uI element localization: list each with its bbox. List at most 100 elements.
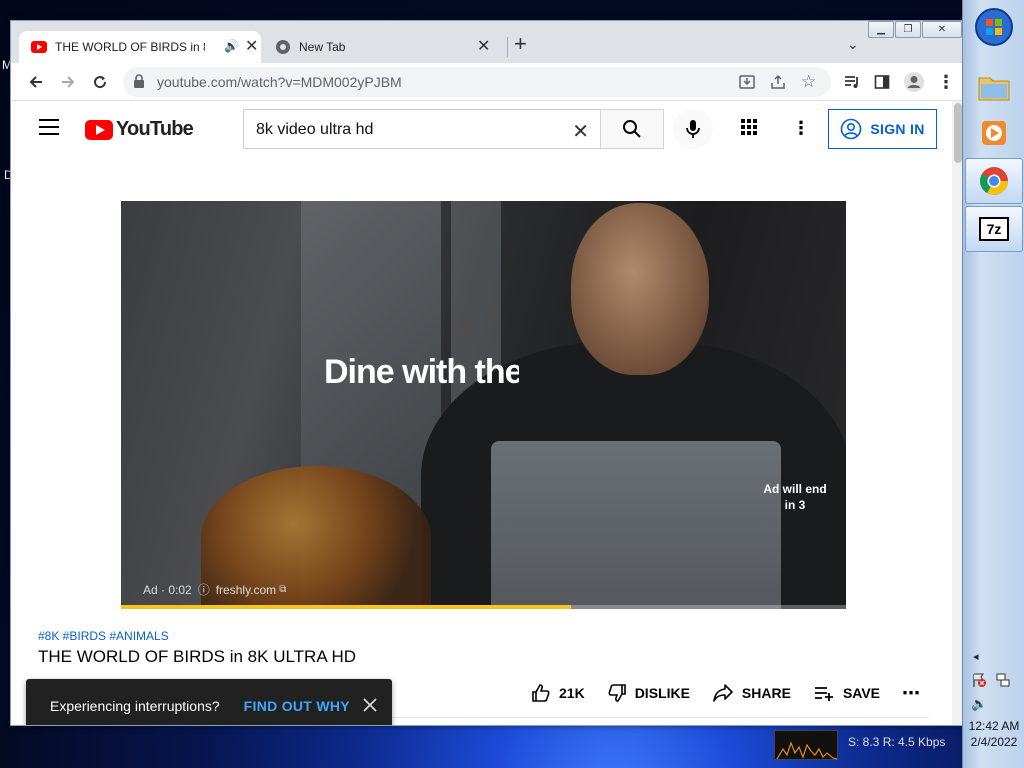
info-icon[interactable]: ⓘ [198, 581, 210, 598]
windows-orb-icon [975, 8, 1013, 46]
chrome-window: THE WORLD OF BIRDS in 8K 🔊 ✕ New Tab ✕ +… [10, 20, 963, 726]
more-actions-icon[interactable]: ⋯ [902, 683, 920, 704]
share-page-icon[interactable] [769, 73, 787, 96]
taskbar-explorer[interactable] [965, 64, 1023, 110]
address-bar[interactable]: youtube.com/watch?v=MDM002yPJBM ☆ [123, 67, 831, 97]
folder-icon [978, 77, 1010, 101]
ad-info-bar: Ad · 0:02 ⓘ freshly.com ⧉ [143, 581, 286, 598]
toast-message: Experiencing interruptions? [50, 698, 220, 714]
thumbs-down-icon [608, 684, 626, 702]
share-label: SHARE [741, 685, 791, 701]
profile-avatar-icon[interactable] [901, 69, 927, 95]
ad-label: Ad · 0:02 [143, 582, 192, 597]
tab-title: THE WORLD OF BIRDS in 8K [55, 40, 205, 54]
close-tab-icon[interactable]: ✕ [477, 36, 490, 56]
interruption-toast: Experiencing interruptions? FIND OUT WHY [26, 679, 392, 725]
clock-date: 2/4/2022 [970, 735, 1018, 749]
forward-arrow-icon[interactable] [55, 69, 81, 95]
video-title: THE WORLD OF BIRDS in 8K ULTRA HD [38, 647, 357, 666]
ad-countdown: Ad will end in 3 [757, 481, 833, 513]
youtube-logo[interactable]: YouTube [85, 118, 194, 141]
tab-search-chevron-icon[interactable]: ⌄ [847, 36, 859, 53]
youtube-wordmark: YouTube [116, 118, 194, 140]
chrome-favicon-icon [276, 40, 290, 54]
like-button[interactable]: 21K [531, 683, 585, 703]
search-button[interactable] [600, 109, 664, 149]
network-monitor: S: 8.3 R: 4.5 Kbps [772, 728, 958, 764]
ad-headline: Dine with the [324, 353, 519, 391]
ad-countdown-line2: in 3 [784, 498, 806, 512]
external-link-icon[interactable]: ⧉ [279, 584, 286, 595]
save-button[interactable]: SAVE [813, 683, 880, 703]
tab-new-tab[interactable]: New Tab ✕ [263, 31, 501, 63]
thumbs-up-icon [532, 684, 550, 702]
media-player-icon [982, 121, 1006, 145]
tab-strip: THE WORLD OF BIRDS in 8K 🔊 ✕ New Tab ✕ +… [11, 21, 962, 63]
close-window-icon[interactable]: ✕ [922, 21, 962, 38]
show-hidden-icons-chevron-icon[interactable]: ◂ [973, 650, 979, 663]
close-toast-icon[interactable] [360, 695, 380, 715]
dislike-label: DISLIKE [634, 685, 690, 701]
sign-in-button[interactable]: SIGN IN [828, 109, 937, 149]
browser-toolbar: youtube.com/watch?v=MDM002yPJBM ☆ ⋮ [11, 63, 962, 101]
clear-search-icon[interactable]: ✕ [572, 119, 589, 144]
video-apron [491, 441, 781, 609]
back-arrow-icon[interactable] [23, 69, 49, 95]
restore-icon[interactable]: ❐ [895, 21, 921, 38]
video-player[interactable]: Dine with the Ad will end in 3 Ad · 0:02… [121, 201, 846, 609]
minimize-icon[interactable]: ▁ [868, 21, 894, 38]
youtube-apps-icon[interactable] [739, 117, 763, 141]
ad-domain-link[interactable]: freshly.com [216, 583, 276, 597]
taskbar: 7z ◂ 🔉 12:42 AM 2/4/2022 [962, 0, 1024, 768]
youtube-page: YouTube ✕ ⋮ SIGN IN [11, 101, 962, 725]
search-box: ✕ [243, 109, 601, 149]
speaker-icon[interactable]: 🔊 [224, 39, 239, 53]
tab-title: New Tab [299, 40, 346, 54]
taskbar-media-player[interactable] [965, 110, 1023, 156]
action-center-flag-icon[interactable] [971, 672, 987, 691]
url-text: youtube.com/watch?v=MDM002yPJBM [157, 74, 402, 90]
playlist-add-icon [814, 687, 833, 701]
search-input[interactable] [256, 119, 556, 141]
media-control-icon[interactable] [839, 69, 865, 95]
tab-youtube[interactable]: THE WORLD OF BIRDS in 8K 🔊 ✕ [19, 31, 261, 63]
sign-in-label: SIGN IN [870, 121, 925, 137]
taskbar-7zip[interactable]: 7z [965, 206, 1023, 252]
like-count: 21K [559, 685, 585, 701]
taskbar-chrome[interactable] [965, 158, 1023, 204]
volume-icon[interactable]: 🔉 [971, 696, 987, 712]
7zip-icon: 7z [979, 217, 1009, 241]
youtube-header: YouTube ✕ ⋮ SIGN IN [11, 101, 951, 157]
taskbar-clock[interactable]: 12:42 AM 2/4/2022 [963, 718, 1024, 750]
new-tab-plus-icon[interactable]: + [514, 33, 527, 55]
scrollbar-thumb[interactable] [954, 103, 962, 163]
search-icon [623, 120, 641, 138]
bookmark-star-icon[interactable]: ☆ [801, 72, 816, 92]
microphone-icon [686, 120, 700, 138]
clock-time: 12:42 AM [968, 719, 1020, 733]
close-tab-icon[interactable]: ✕ [245, 36, 258, 56]
network-stats: S: 8.3 R: 4.5 Kbps [848, 735, 946, 749]
share-button[interactable]: SHARE [712, 683, 791, 703]
settings-more-icon[interactable]: ⋮ [789, 117, 813, 141]
video-person-head [571, 203, 709, 375]
side-panel-icon[interactable] [869, 69, 895, 95]
guide-menu-icon[interactable] [39, 119, 59, 135]
share-arrow-icon [713, 684, 733, 702]
window-controls: ▁ ❐ ✕ [867, 21, 962, 38]
account-circle-icon [841, 118, 862, 140]
voice-search-button[interactable] [673, 109, 713, 149]
ad-progress-track[interactable] [121, 605, 846, 609]
lock-icon[interactable] [133, 74, 145, 93]
dislike-button[interactable]: DISLIKE [607, 683, 690, 703]
reload-icon[interactable] [87, 69, 113, 95]
section-divider [389, 717, 929, 718]
network-icon[interactable] [995, 672, 1011, 691]
start-button[interactable] [965, 4, 1023, 50]
video-actions: 21K DISLIKE SHARE SAVE ⋯ [531, 679, 942, 707]
install-app-icon[interactable] [738, 73, 756, 96]
video-hashtags[interactable]: #8K #BIRDS #ANIMALS [38, 629, 169, 643]
chrome-menu-icon[interactable]: ⋮ [933, 69, 959, 95]
find-out-why-button[interactable]: FIND OUT WHY [244, 698, 350, 714]
tab-separator [507, 37, 508, 57]
